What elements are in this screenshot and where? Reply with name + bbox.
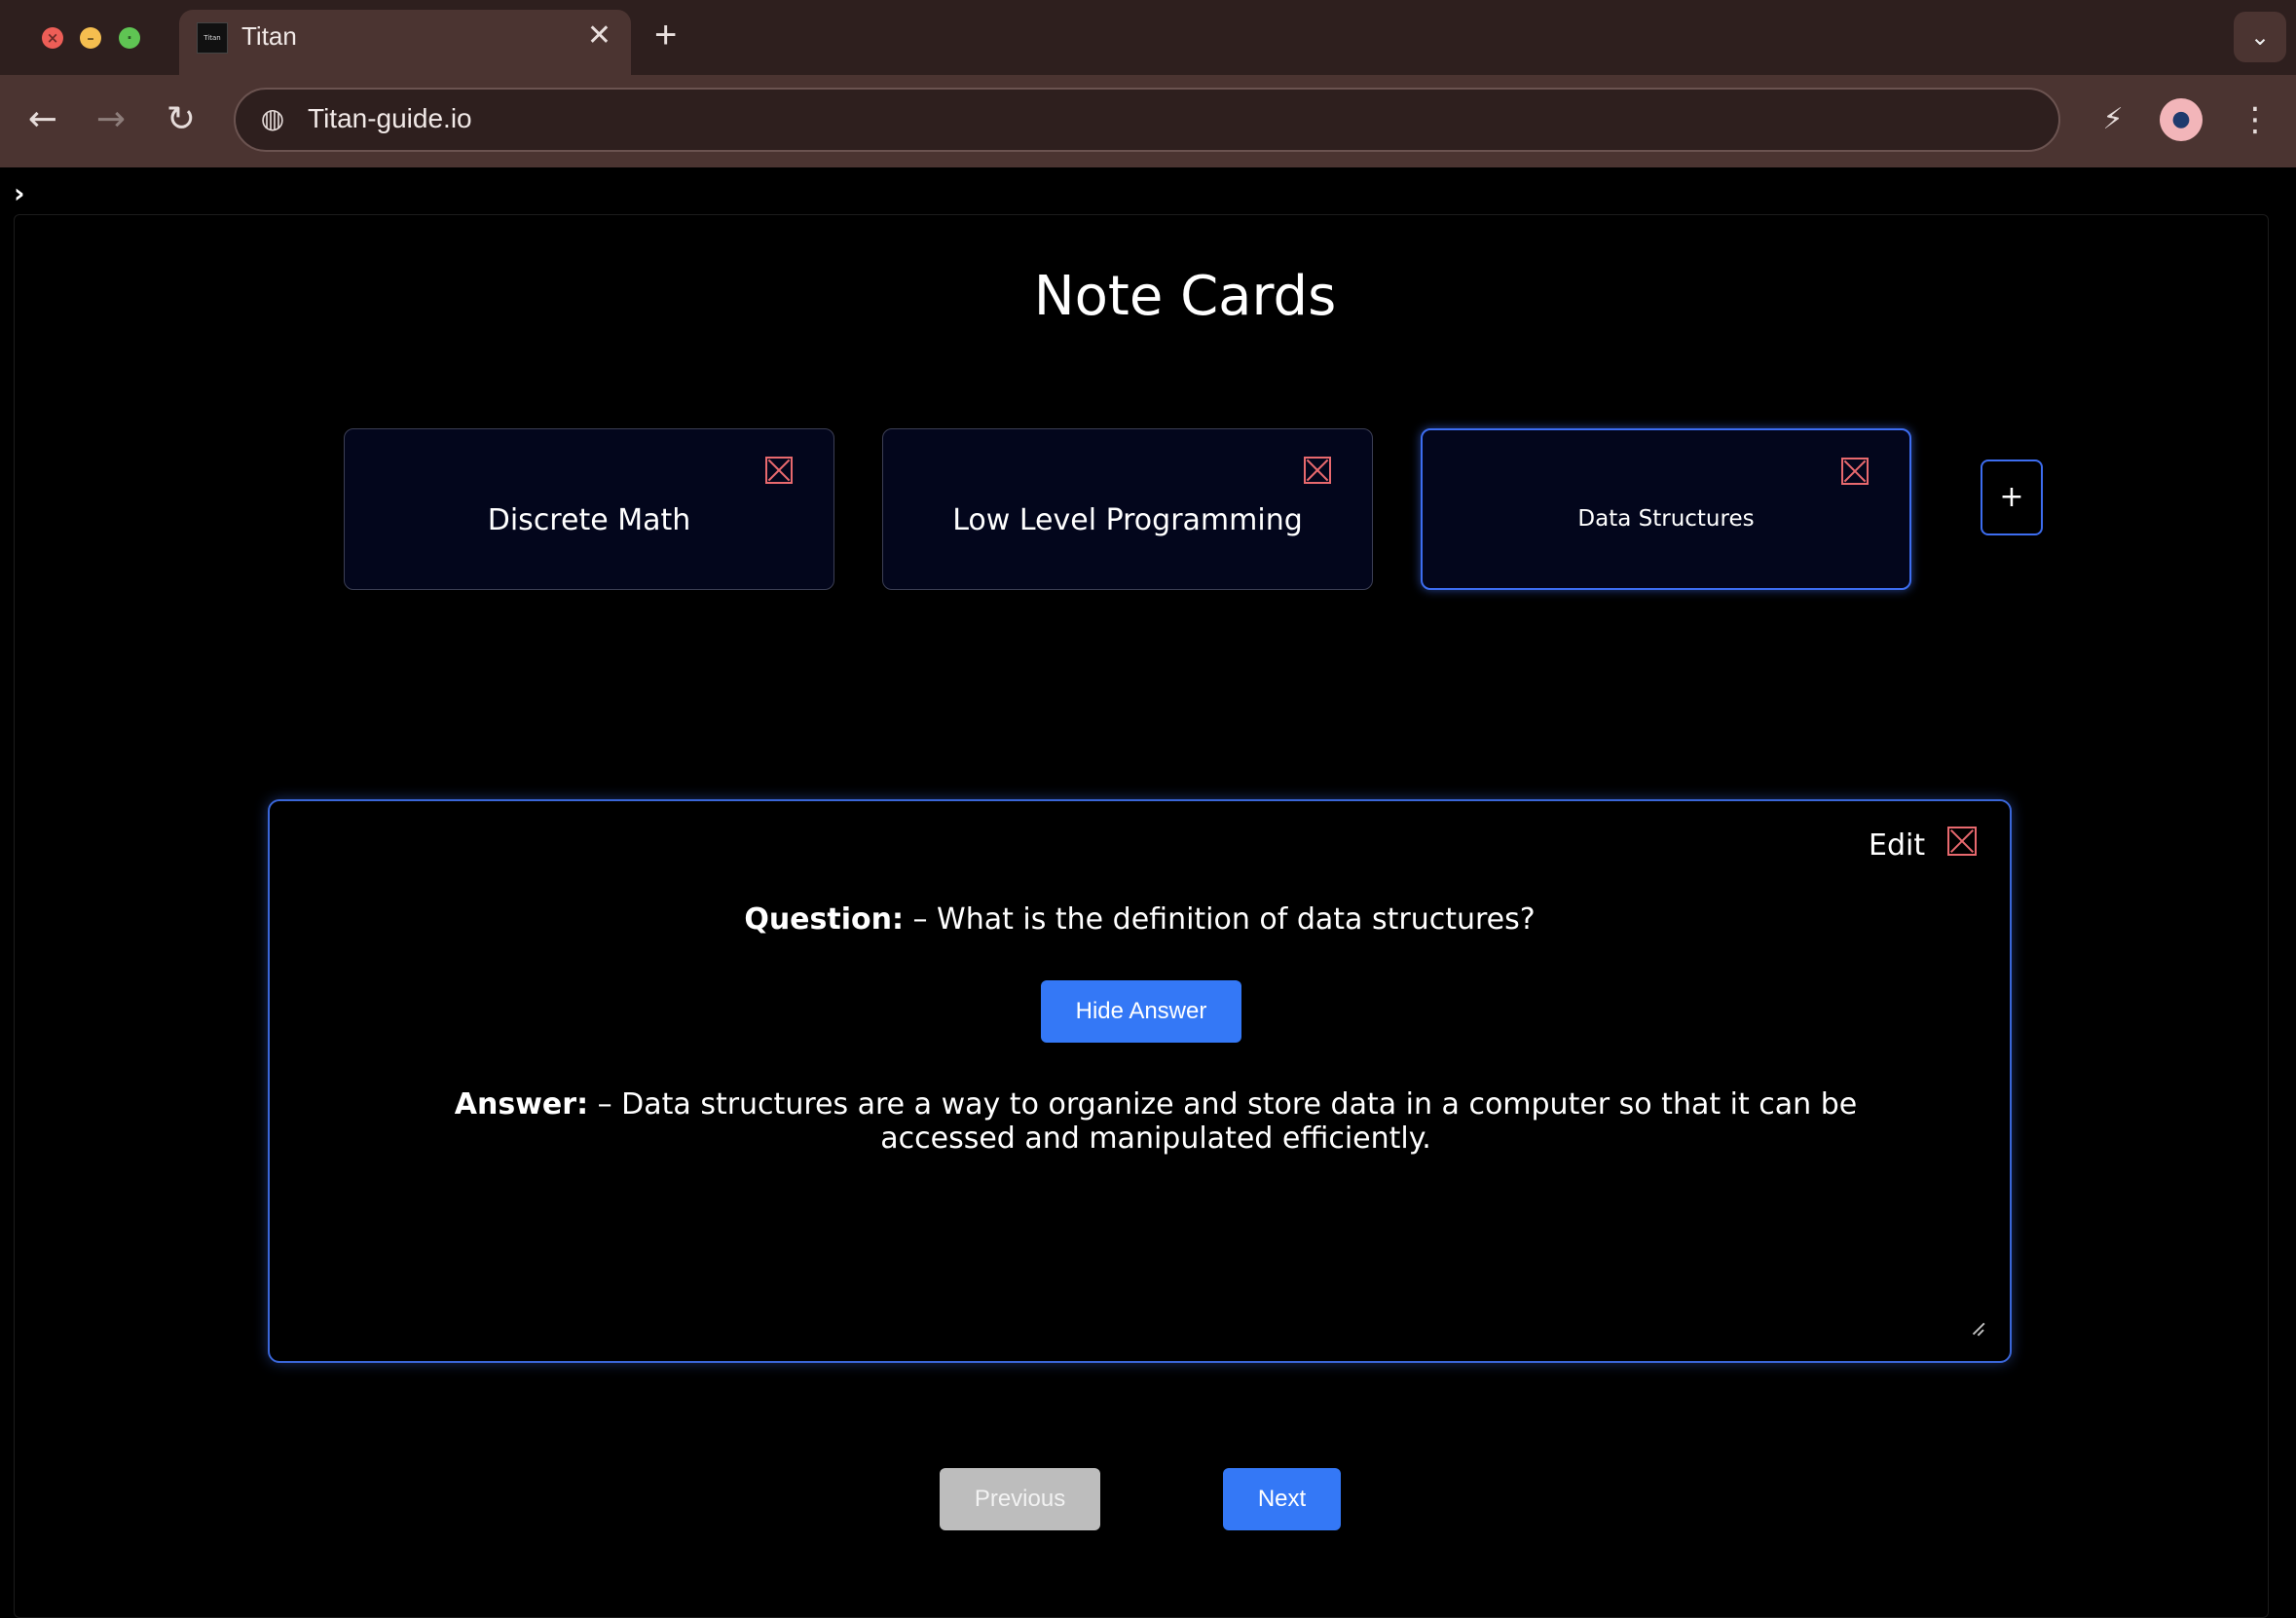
sidebar-toggle-chevron-icon[interactable]: ›	[14, 177, 25, 209]
deck-label: Discrete Math	[487, 503, 691, 537]
delete-deck-icon[interactable]	[1841, 458, 1869, 485]
page-title: Note Cards	[1033, 265, 1337, 328]
delete-card-icon[interactable]	[1947, 827, 1977, 856]
deck-card-discrete-math[interactable]: Discrete Math	[344, 428, 834, 590]
browser-tab-active[interactable]: Titan Titan ✕	[179, 10, 631, 75]
profile-avatar-icon[interactable]: ●	[2160, 98, 2203, 141]
hide-answer-button[interactable]: Hide Answer	[1041, 980, 1241, 1043]
question-text: – What is the definition of data structu…	[903, 902, 1536, 937]
back-arrow-icon[interactable]: ←	[18, 94, 68, 145]
previous-button[interactable]: Previous	[940, 1468, 1100, 1530]
deck-card-low-level-programming[interactable]: Low Level Programming	[882, 428, 1373, 590]
delete-deck-icon[interactable]	[765, 457, 793, 484]
answer-line: Answer: – Data structures are a way to o…	[416, 1087, 1896, 1156]
titan-favicon-icon: Titan	[197, 22, 228, 54]
question-line: Question: – What is the definition of da…	[270, 902, 2010, 937]
question-prefix: Question:	[744, 902, 904, 937]
answer-prefix: Answer:	[454, 1087, 589, 1122]
edit-card-button[interactable]: Edit	[1869, 828, 1925, 863]
window-close-button[interactable]: ×	[42, 27, 63, 49]
deck-label: Low Level Programming	[952, 503, 1303, 537]
note-card: Edit Question: – What is the definition …	[268, 799, 2012, 1363]
deck-label: Data Structures	[1577, 506, 1755, 532]
tab-title: Titan	[241, 21, 297, 51]
browser-toolbar: ← → ↻ ◍ Titan-guide.io ⚡ ● ⋮	[0, 75, 2296, 167]
answer-text: – Data structures are a way to organize …	[588, 1087, 1858, 1156]
reload-icon[interactable]: ↻	[156, 94, 206, 145]
deck-card-data-structures[interactable]: Data Structures	[1421, 428, 1911, 590]
extension-lightning-icon[interactable]: ⚡	[2088, 94, 2138, 145]
tab-search-chevron-icon[interactable]: ⌄	[2234, 12, 2286, 62]
address-bar[interactable]: ◍ Titan-guide.io	[234, 88, 2060, 152]
add-deck-button[interactable]: +	[1981, 460, 2043, 535]
address-bar-url[interactable]: Titan-guide.io	[308, 103, 472, 134]
page-content: › Note Cards Discrete Math Low Level Pro…	[0, 167, 2296, 1618]
minimize-icon: –	[87, 29, 94, 47]
close-icon: ×	[46, 29, 59, 47]
zoom-icon: ·	[127, 29, 132, 47]
window-zoom-button[interactable]: ·	[119, 27, 140, 49]
window-minimize-button[interactable]: –	[80, 27, 101, 49]
new-tab-icon[interactable]: +	[654, 14, 677, 56]
browser-tab-bar: × – · Titan Titan ✕ + ⌄	[0, 0, 2296, 75]
tab-close-icon[interactable]: ✕	[587, 19, 611, 53]
site-info-globe-icon[interactable]: ◍	[257, 103, 288, 134]
forward-arrow-icon[interactable]: →	[86, 94, 136, 145]
resize-grip-icon[interactable]	[1971, 1322, 1984, 1336]
browser-menu-kebab-icon[interactable]: ⋮	[2230, 94, 2280, 145]
next-button[interactable]: Next	[1223, 1468, 1341, 1530]
delete-deck-icon[interactable]	[1304, 457, 1331, 484]
